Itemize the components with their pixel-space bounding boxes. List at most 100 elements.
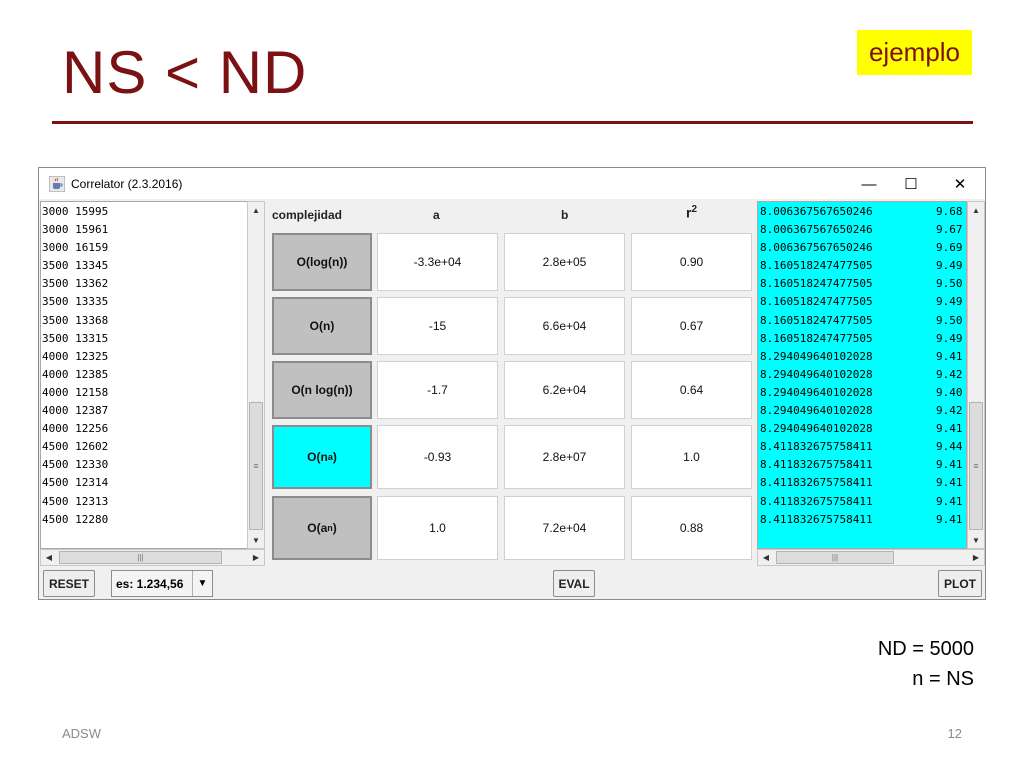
output-log-n: 8.411832675758411	[760, 476, 873, 490]
close-button[interactable]: ✕	[950, 174, 970, 194]
output-log-t: 9.41	[936, 349, 963, 363]
input-data-line: 3500 13335	[42, 295, 109, 309]
output-log-n: 8.160518247477505	[760, 277, 873, 291]
output-log-t: 9.49	[936, 295, 963, 309]
complexity-label: O(n log(n))	[291, 383, 353, 397]
scroll-left-arrow-icon[interactable]: ◀	[758, 550, 774, 565]
input-data-line: 4500 12330	[42, 458, 109, 472]
value-cell-r2: 0.64	[631, 361, 752, 419]
scroll-up-arrow-icon[interactable]: ▲	[248, 202, 264, 218]
slide-title: NS < ND	[62, 39, 308, 106]
input-data-line: 4000 12325	[42, 349, 109, 363]
output-log-n: 8.411832675758411	[760, 512, 873, 526]
title-divider	[52, 121, 973, 124]
value-cell-a: 1.0	[377, 496, 498, 560]
output-vertical-scrollbar[interactable]: ▲ ≡ ▼	[967, 201, 985, 549]
output-log-t: 9.49	[936, 331, 963, 345]
output-log-n: 8.294049640102028	[760, 422, 873, 436]
scroll-thumb[interactable]: |||	[776, 551, 894, 564]
scroll-down-arrow-icon[interactable]: ▼	[968, 532, 984, 548]
output-log-t: 9.50	[936, 313, 963, 327]
input-data-line: 4000 12385	[42, 367, 109, 381]
scroll-thumb[interactable]: ≡	[969, 402, 983, 530]
input-data-lines: 3000 15995 3000 15961 3000 16159 3500 13345…	[41, 202, 264, 529]
input-horizontal-scrollbar[interactable]: ◀ ||| ▶	[40, 549, 265, 566]
scroll-left-arrow-icon[interactable]: ◀	[41, 550, 57, 565]
output-data-line: 8.160518247477505 9.49	[758, 293, 966, 311]
output-log-n: 8.294049640102028	[760, 385, 873, 399]
complexity-close-paren: )	[332, 521, 337, 535]
complexity-button[interactable]: O(n)	[272, 297, 372, 355]
output-log-n: 8.160518247477505	[760, 313, 873, 327]
input-vertical-scrollbar[interactable]: ▲ ≡ ▼	[247, 201, 265, 549]
reset-button[interactable]: RESET	[43, 570, 95, 597]
complexity-button[interactable]: O(log(n))	[272, 233, 372, 291]
output-log-t: 9.68	[936, 205, 963, 218]
number-format-select[interactable]: es: 1.234,56 ▼	[111, 570, 213, 597]
complexity-label: O(a	[307, 521, 328, 535]
output-log-t: 9.41	[936, 422, 963, 436]
output-data-line: 8.006367567650246 9.67	[758, 221, 966, 239]
correlator-window: Correlator (2.3.2016) — ☐ ✕ 3000 15995 30…	[38, 167, 986, 600]
output-log-n: 8.411832675758411	[760, 494, 873, 508]
output-log-n: 8.294049640102028	[760, 404, 873, 418]
output-data-line: 8.160518247477505 9.49	[758, 330, 966, 348]
output-log-t: 9.49	[936, 259, 963, 273]
input-data-line: 3000 15995	[42, 205, 109, 218]
plot-button[interactable]: PLOT	[938, 570, 982, 597]
output-log-n: 8.006367567650246	[760, 241, 873, 255]
note-nd: ND = 5000	[877, 638, 974, 660]
output-log-t: 9.50	[936, 277, 963, 291]
value-cell-a: -0.93	[377, 425, 498, 489]
output-log-t: 9.41	[936, 494, 963, 508]
output-log-n: 8.294049640102028	[760, 367, 873, 381]
scroll-right-arrow-icon[interactable]: ▶	[968, 550, 984, 565]
maximize-button[interactable]: ☐	[901, 174, 921, 194]
input-data-line: 4500 12602	[42, 440, 109, 454]
input-data-line: 3500 13368	[42, 313, 109, 327]
chevron-down-icon[interactable]: ▼	[192, 571, 212, 596]
value-cell-a: -1.7	[377, 361, 498, 419]
input-data-line: 4500 12314	[42, 476, 109, 490]
output-data-list[interactable]: 8.006367567650246 9.68 8.006367567650246 9.…	[757, 201, 967, 549]
scroll-down-arrow-icon[interactable]: ▼	[248, 532, 264, 548]
output-log-n: 8.411832675758411	[760, 440, 873, 454]
window-titlebar[interactable]: Correlator (2.3.2016) — ☐ ✕	[39, 168, 985, 199]
output-log-t: 9.41	[936, 458, 963, 472]
complexity-button[interactable]: O(a n)	[272, 496, 372, 560]
scroll-right-arrow-icon[interactable]: ▶	[248, 550, 264, 565]
header-b: b	[561, 208, 569, 222]
output-data-line: 8.294049640102028 9.41	[758, 348, 966, 366]
output-log-t: 9.67	[936, 223, 963, 237]
output-log-n: 8.160518247477505	[760, 331, 873, 345]
output-log-n: 8.294049640102028	[760, 349, 873, 363]
output-data-line: 8.006367567650246 9.69	[758, 239, 966, 257]
input-data-line: 4000 12256	[42, 422, 109, 436]
output-log-t: 9.69	[936, 241, 963, 255]
output-log-t: 9.42	[936, 404, 963, 418]
input-data-list[interactable]: 3000 15995 3000 15961 3000 16159 3500 13345…	[40, 201, 265, 549]
output-data-line: 8.294049640102028 9.42	[758, 366, 966, 384]
scroll-up-arrow-icon[interactable]: ▲	[968, 202, 984, 218]
scroll-thumb[interactable]: |||	[59, 551, 222, 564]
output-log-t: 9.40	[936, 385, 963, 399]
value-cell-r2: 0.67	[631, 297, 752, 355]
scroll-thumb[interactable]: ≡	[249, 402, 263, 530]
value-cell-r2: 0.88	[631, 496, 752, 560]
header-complejidad: complejidad	[272, 208, 343, 222]
input-data-line: 3500 13345	[42, 259, 109, 273]
output-horizontal-scrollbar[interactable]: ◀ ||| ▶	[757, 549, 985, 566]
complexity-button[interactable]: O(n a)	[272, 425, 372, 489]
note-n: n = NS	[912, 668, 974, 690]
value-cell-b: 6.2e+04	[504, 361, 625, 419]
value-cell-a: -15	[377, 297, 498, 355]
output-log-n: 8.006367567650246	[760, 223, 873, 237]
page-number: 12	[947, 726, 962, 741]
header-r2: r2	[686, 204, 698, 221]
minimize-button[interactable]: —	[859, 174, 879, 194]
complexity-label: O(n)	[309, 319, 335, 333]
value-cell-r2: 0.90	[631, 233, 752, 291]
complexity-button[interactable]: O(n log(n))	[272, 361, 372, 419]
eval-button[interactable]: EVAL	[553, 570, 595, 597]
value-cell-b: 2.8e+07	[504, 425, 625, 489]
